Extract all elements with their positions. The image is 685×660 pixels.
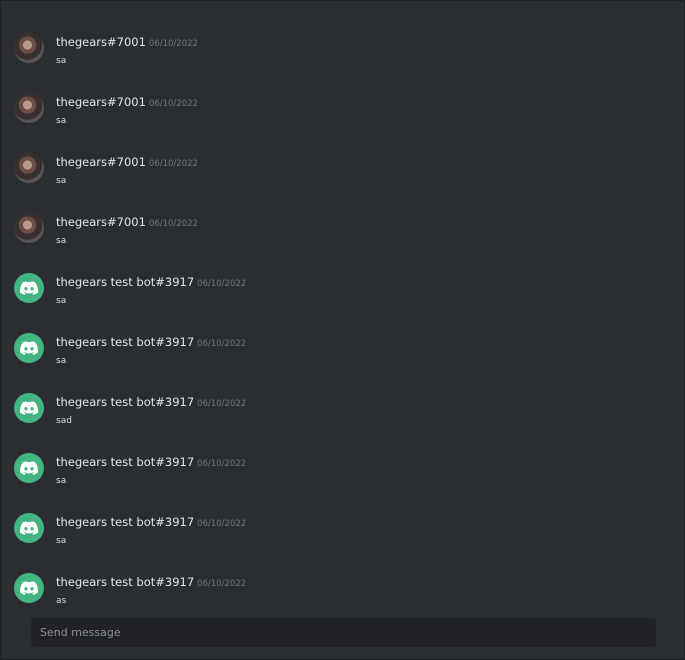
message-author[interactable]: thegears#7001 [56,95,146,109]
message-timestamp: 06/10/2022 [197,339,247,349]
message-item: thegears test bot#3917 06/10/2022 sa [1,439,684,499]
message-text: sa [56,476,67,486]
discord-bot-icon[interactable] [14,453,44,483]
message-timestamp: 06/10/2022 [148,219,198,229]
message-text: sad [56,416,72,426]
message-timestamp: 06/10/2022 [148,39,198,49]
discord-logo-icon [20,341,38,355]
message-timestamp: 06/10/2022 [148,159,198,169]
message-header: thegears test bot#3917 06/10/2022 [56,575,246,589]
discord-logo-icon [20,461,38,475]
message-timestamp: 06/10/2022 [197,399,247,409]
message-header: thegears#7001 06/10/2022 [56,35,198,49]
message-item: thegears#7001 06/10/2022 sa [1,19,684,79]
message-text: sa [56,116,67,126]
message-timestamp: 06/10/2022 [197,579,247,589]
message-author[interactable]: thegears test bot#3917 [56,575,194,589]
message-item: thegears test bot#3917 06/10/2022 sad [1,379,684,439]
message-text: sa [56,176,67,186]
message-item: thegears#7001 06/10/2022 sa [1,79,684,139]
message-item: thegears#7001 06/10/2022 sa [1,139,684,199]
discord-logo-icon [20,581,38,595]
message-timestamp: 06/10/2022 [148,99,198,109]
message-header: thegears test bot#3917 06/10/2022 [56,395,246,409]
discord-bot-icon[interactable] [14,273,44,303]
message-text: sa [56,56,67,66]
user-avatar[interactable] [14,33,44,63]
message-author[interactable]: thegears#7001 [56,215,146,229]
message-header: thegears#7001 06/10/2022 [56,95,198,109]
message-author[interactable]: thegears#7001 [56,35,146,49]
message-list: thegears#7001 06/10/2022 sa thegears#7001… [1,19,684,619]
message-item: thegears test bot#3917 06/10/2022 as [1,559,684,619]
message-timestamp: 06/10/2022 [197,459,247,469]
message-text: sa [56,296,67,306]
message-author[interactable]: thegears test bot#3917 [56,275,194,289]
discord-logo-icon [20,401,38,415]
message-author[interactable]: thegears test bot#3917 [56,455,194,469]
message-item: thegears test bot#3917 06/10/2022 sa [1,499,684,559]
message-text: sa [56,356,67,366]
message-item: thegears test bot#3917 06/10/2022 sa [1,319,684,379]
message-item: thegears test bot#3917 06/10/2022 sa [1,259,684,319]
message-header: thegears test bot#3917 06/10/2022 [56,275,246,289]
user-avatar[interactable] [14,213,44,243]
message-text: as [56,596,67,606]
message-author[interactable]: thegears test bot#3917 [56,335,194,349]
message-author[interactable]: thegears#7001 [56,155,146,169]
message-text: sa [56,236,67,246]
chat-window: thegears#7001 06/10/2022 sa thegears#7001… [0,0,685,660]
message-header: thegears#7001 06/10/2022 [56,215,198,229]
message-text: sa [56,536,67,546]
message-author[interactable]: thegears test bot#3917 [56,515,194,529]
discord-bot-icon[interactable] [14,333,44,363]
message-author[interactable]: thegears test bot#3917 [56,395,194,409]
message-header: thegears test bot#3917 06/10/2022 [56,455,246,469]
message-header: thegears#7001 06/10/2022 [56,155,198,169]
message-item: thegears#7001 06/10/2022 sa [1,199,684,259]
user-avatar[interactable] [14,93,44,123]
message-input[interactable] [31,618,656,647]
discord-logo-icon [20,521,38,535]
user-avatar[interactable] [14,153,44,183]
message-timestamp: 06/10/2022 [197,519,247,529]
discord-bot-icon[interactable] [14,573,44,603]
message-header: thegears test bot#3917 06/10/2022 [56,335,246,349]
discord-bot-icon[interactable] [14,393,44,423]
discord-bot-icon[interactable] [14,513,44,543]
message-timestamp: 06/10/2022 [197,279,247,289]
message-header: thegears test bot#3917 06/10/2022 [56,515,246,529]
discord-logo-icon [20,281,38,295]
